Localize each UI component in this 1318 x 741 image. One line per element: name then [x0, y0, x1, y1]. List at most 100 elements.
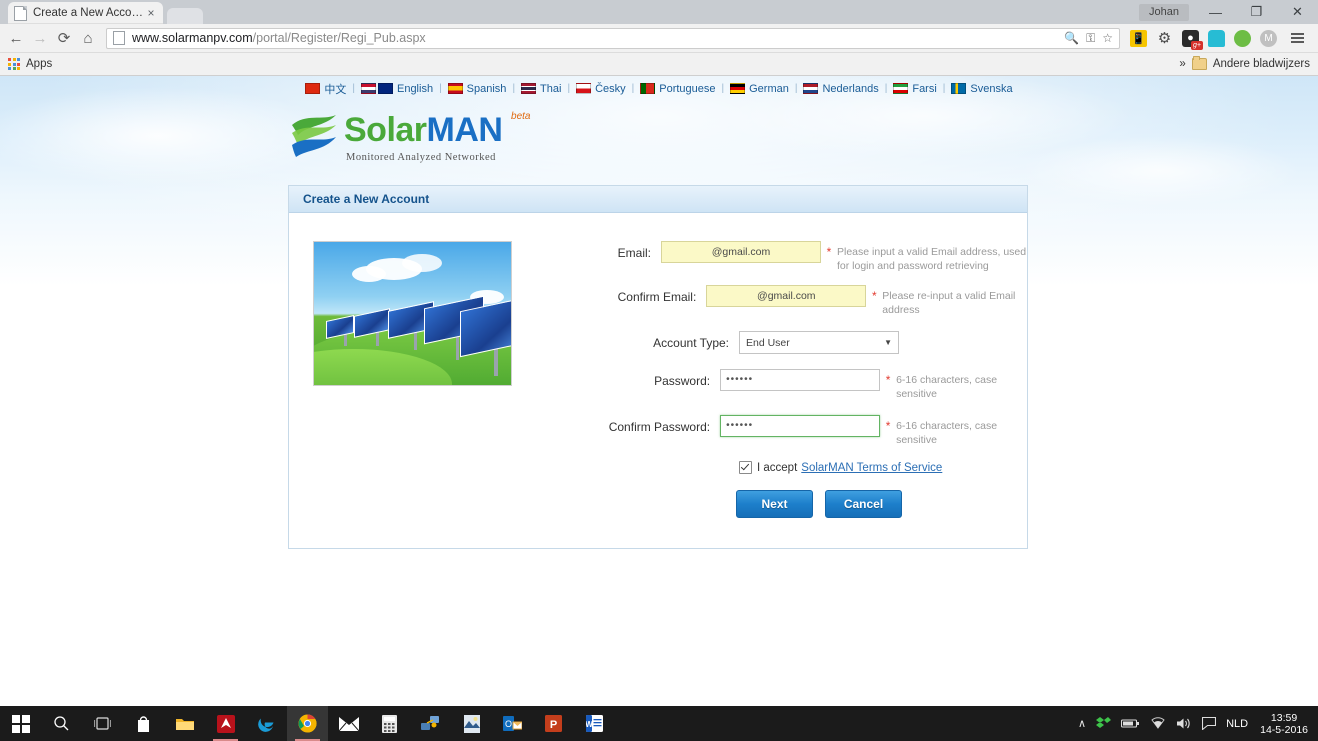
- language-item-farsi[interactable]: Farsi: [887, 83, 942, 95]
- language-bar: 中文 | English | Spanish | Thai | Česky | …: [0, 76, 1318, 97]
- user-profile-badge[interactable]: Johan: [1139, 3, 1189, 21]
- language-item-svenska[interactable]: Svenska: [945, 83, 1018, 95]
- register-form: Email: @gmail.com * Please input a valid…: [512, 241, 1027, 518]
- google-plus-icon[interactable]: ● g+: [1182, 29, 1203, 50]
- clock[interactable]: 13:59 14-5-2016: [1258, 712, 1308, 736]
- confirm-password-field[interactable]: ••••••: [720, 415, 881, 437]
- next-button[interactable]: Next: [736, 490, 813, 518]
- solarman-logo[interactable]: SolarMAN beta Monitored Analyzed Network…: [288, 111, 1318, 163]
- hangouts-icon[interactable]: [1234, 29, 1251, 47]
- browser-toolbar: ← → ⟳ ⌂ www.solarmanpv.com/portal/Regist…: [0, 24, 1318, 53]
- dropbox-icon[interactable]: [1096, 716, 1112, 731]
- url-domain: www.solarmanpv.com: [132, 31, 253, 45]
- wifi-icon[interactable]: [1150, 717, 1166, 730]
- email-label: Email:: [617, 246, 651, 260]
- language-item-portuguese[interactable]: Portuguese: [634, 83, 721, 95]
- photo-icon[interactable]: [451, 706, 492, 741]
- password-label: Password:: [654, 374, 711, 388]
- language-label: Portuguese: [659, 82, 716, 95]
- password-field[interactable]: ••••••: [720, 369, 881, 391]
- password-key-icon[interactable]: ⚿: [1086, 32, 1095, 44]
- flag-icon: [730, 83, 746, 94]
- word-icon[interactable]: W: [574, 706, 615, 741]
- gear-icon[interactable]: ⚙: [1156, 30, 1173, 47]
- required-marker: *: [871, 289, 877, 303]
- page-info-icon: [113, 31, 125, 45]
- language-item-spanish[interactable]: Spanish: [442, 83, 513, 95]
- flag-icon: [447, 83, 463, 94]
- browser-tab[interactable]: Create a New Account ×: [8, 2, 163, 24]
- edge-icon[interactable]: [246, 706, 287, 741]
- close-window-button[interactable]: ✕: [1277, 0, 1318, 24]
- terms-of-service-link[interactable]: SolarMAN Terms of Service: [801, 462, 942, 474]
- volume-icon[interactable]: [1176, 717, 1192, 730]
- logo-word-man: MAN: [426, 111, 503, 149]
- required-marker: *: [885, 373, 891, 387]
- battery-icon[interactable]: [1121, 718, 1140, 729]
- chrome-icon[interactable]: [287, 706, 328, 741]
- minimize-button[interactable]: —: [1195, 0, 1236, 24]
- powerpoint-icon[interactable]: P: [533, 706, 574, 741]
- windows-start-icon[interactable]: [0, 706, 41, 741]
- network-share-icon[interactable]: [410, 706, 451, 741]
- search-icon[interactable]: [41, 706, 82, 741]
- language-indicator[interactable]: NLD: [1226, 718, 1248, 730]
- outlook-icon[interactable]: O: [492, 706, 533, 741]
- store-icon[interactable]: [123, 706, 164, 741]
- phone-cast-icon[interactable]: 📱: [1130, 29, 1147, 47]
- extensions-strip: 📱 ⚙ ● g+ M: [1124, 29, 1314, 50]
- language-item-cesky[interactable]: Česky: [570, 83, 632, 95]
- avast-icon[interactable]: [205, 706, 246, 741]
- bookmarks-overflow-area: » Andere bladwijzers: [1179, 56, 1310, 70]
- url-text: www.solarmanpv.com/portal/Register/Regi_…: [132, 31, 426, 45]
- folder-icon: [1191, 56, 1207, 70]
- language-label: Svenska: [970, 82, 1013, 95]
- language-item-thai[interactable]: Thai: [515, 83, 567, 95]
- browser-window: Create a New Account × Johan — ❐ ✕ ← → ⟳…: [0, 0, 1318, 707]
- close-icon[interactable]: ×: [145, 7, 157, 19]
- email-hint: Please input a valid Email address, used…: [837, 246, 1027, 272]
- chrome-menu-icon[interactable]: [1286, 33, 1308, 43]
- maximize-button[interactable]: ❐: [1236, 0, 1277, 24]
- clock-date: 14-5-2016: [1260, 723, 1308, 736]
- language-item-zh[interactable]: 中文: [299, 81, 352, 97]
- language-item-nederlands[interactable]: Nederlands: [797, 83, 884, 95]
- new-tab-button[interactable]: [167, 8, 203, 24]
- panel-heading: Create a New Account: [289, 186, 1027, 213]
- task-view-icon[interactable]: [82, 706, 123, 741]
- zoom-out-icon[interactable]: 🔍: [1064, 32, 1079, 44]
- cancel-button[interactable]: Cancel: [825, 490, 902, 518]
- form-row-confirm-password: Confirm Password: •••••• * 6-16 characte…: [531, 415, 1027, 447]
- confirm-email-field[interactable]: @gmail.com: [706, 285, 867, 307]
- calculator-icon[interactable]: [369, 706, 410, 741]
- language-item-english[interactable]: English: [355, 83, 439, 95]
- tab-title: Create a New Account: [33, 7, 145, 19]
- flag-icon: [951, 83, 967, 94]
- forward-icon[interactable]: →: [28, 26, 52, 50]
- address-bar[interactable]: www.solarmanpv.com/portal/Register/Regi_…: [106, 27, 1120, 49]
- robot-icon[interactable]: [1208, 29, 1225, 47]
- language-item-german[interactable]: German: [724, 83, 795, 95]
- confirm-email-label: Confirm Email:: [617, 290, 697, 304]
- flag-icon: [521, 83, 537, 94]
- logo-mark-icon: [288, 111, 340, 163]
- tab-strip: Create a New Account × Johan — ❐ ✕: [0, 0, 1318, 24]
- reload-icon[interactable]: ⟳: [52, 26, 76, 50]
- back-icon[interactable]: ←: [4, 26, 28, 50]
- email-field[interactable]: @gmail.com: [661, 241, 821, 263]
- overflow-chevron-icon[interactable]: »: [1179, 58, 1185, 70]
- m-circle-icon[interactable]: M: [1260, 29, 1277, 47]
- file-explorer-icon[interactable]: [164, 706, 205, 741]
- tray-chevron-icon[interactable]: ∧: [1078, 717, 1086, 730]
- language-label: Thai: [540, 82, 562, 95]
- action-center-icon[interactable]: [1202, 717, 1217, 730]
- other-bookmarks-label[interactable]: Andere bladwijzers: [1213, 58, 1310, 70]
- mail-icon[interactable]: [328, 706, 369, 741]
- home-icon[interactable]: ⌂: [76, 26, 100, 50]
- logo-title: SolarMAN: [344, 111, 503, 149]
- bookmark-apps[interactable]: Apps: [26, 58, 52, 70]
- form-actions: Next Cancel: [736, 490, 1027, 518]
- accept-terms-checkbox[interactable]: [739, 461, 752, 474]
- account-type-select[interactable]: End User ▼: [739, 331, 899, 354]
- bookmark-star-icon[interactable]: ☆: [1102, 32, 1113, 44]
